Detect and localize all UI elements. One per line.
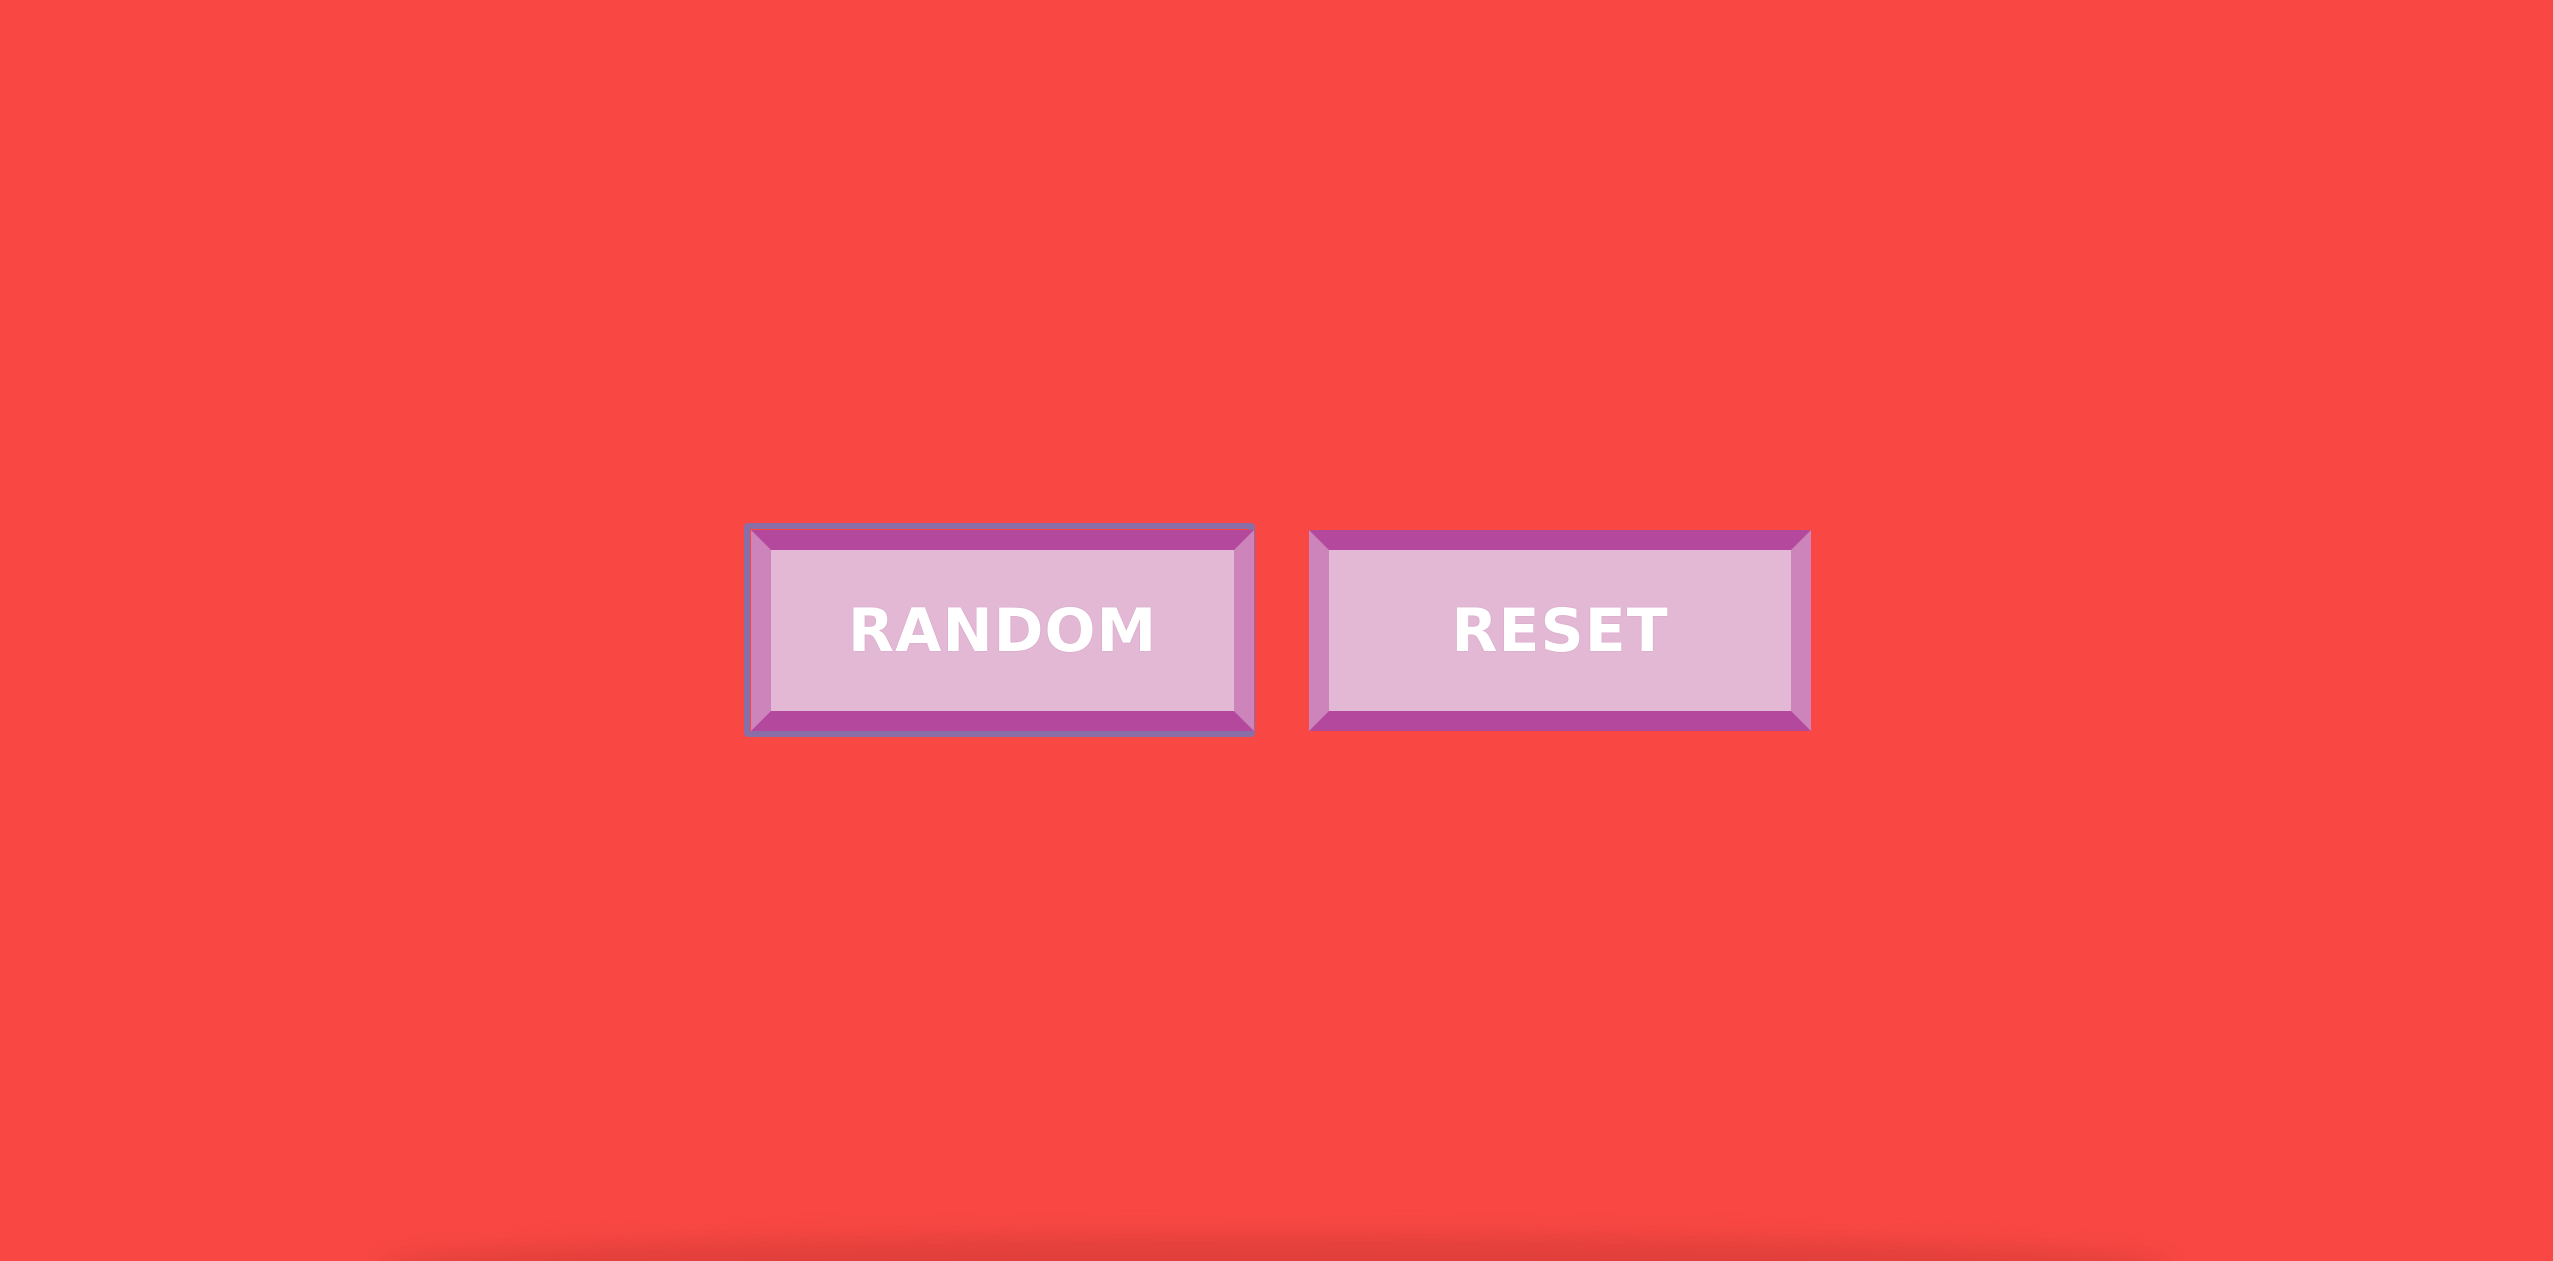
bottom-shadow	[375, 1235, 2175, 1261]
reset-button-label: RESET	[1451, 595, 1669, 666]
random-button[interactable]: RANDOM	[751, 530, 1254, 731]
reset-button[interactable]: RESET	[1309, 530, 1811, 731]
random-button-label: RANDOM	[847, 595, 1158, 666]
page-background: RANDOM RESET	[0, 0, 2553, 1261]
